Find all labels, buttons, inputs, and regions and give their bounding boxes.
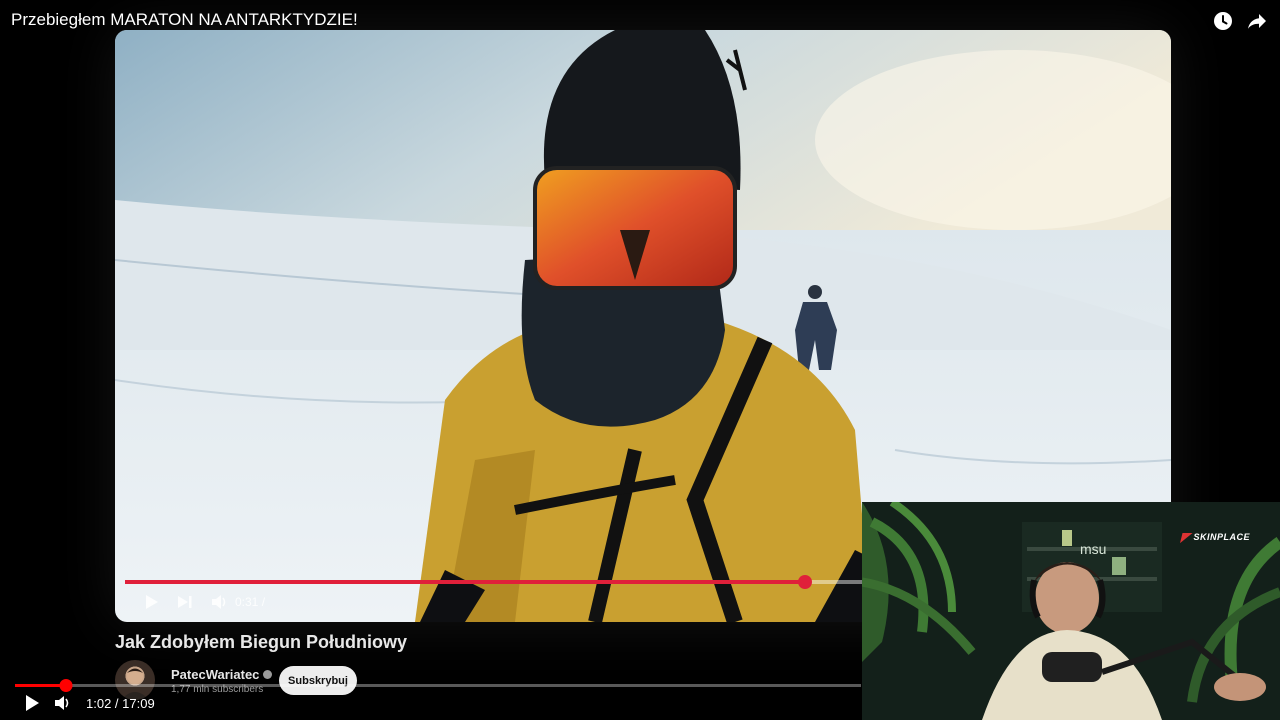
brand-text: SKINPLACE [1193,532,1250,542]
play-icon[interactable] [24,694,40,712]
outer-progress-fill [15,684,66,687]
webcam-overlay: msu ◤ SKINPLACE [862,502,1280,720]
volume-icon[interactable] [211,594,229,610]
inner-controls: 0:31 / [145,594,265,610]
volume-icon[interactable] [54,695,72,711]
video-title[interactable]: Przebiegłem MARATON NA ANTARKTYDZIE! [11,10,358,30]
inner-scrubber-handle[interactable] [797,575,812,589]
inner-progress-fill [125,580,805,584]
brand-logo: ◤ SKINPLACE [1181,530,1250,544]
outer-time-display: 1:02 / 17:09 [86,695,155,711]
top-actions [1212,10,1268,32]
outer-progress-bar[interactable] [15,679,861,692]
subscribe-button[interactable]: Subskrybuj [279,666,357,695]
outer-scrubber-handle[interactable] [59,679,73,692]
video-heading[interactable]: Jak Zdobyłem Biegun Południowy [115,632,407,653]
channel-name[interactable]: PatecWariatec [171,667,273,682]
sign-text: msu [1080,541,1106,557]
share-icon[interactable] [1246,10,1268,32]
clock-icon[interactable] [1212,10,1234,32]
verified-icon [263,670,273,679]
brand-mark-icon: ◤ [1180,530,1191,544]
outer-controls: 1:02 / 17:09 [24,694,155,712]
channel-name-label: PatecWariatec [171,667,260,682]
next-icon[interactable] [177,594,193,610]
play-icon[interactable] [145,594,159,610]
inner-time-display: 0:31 / [235,595,266,609]
